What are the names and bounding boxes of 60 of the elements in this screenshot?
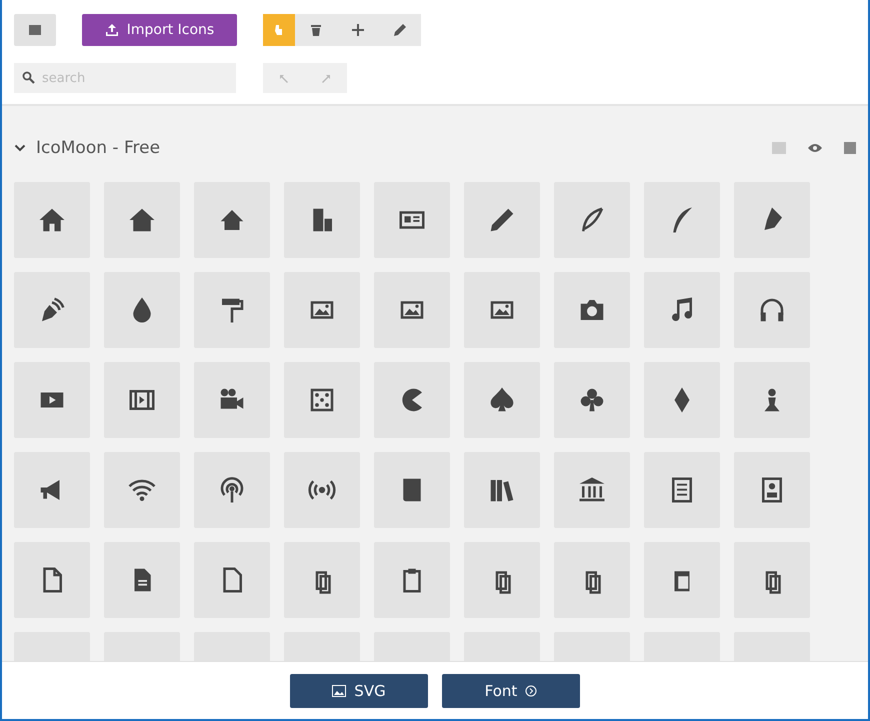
- icon-tile[interactable]: [554, 542, 630, 618]
- arrow-circle-icon: [525, 684, 538, 696]
- icon-tile[interactable]: [554, 272, 630, 348]
- svg-button[interactable]: SVG: [290, 674, 428, 708]
- icon-tile[interactable]: [284, 452, 360, 528]
- icon-tile[interactable]: [284, 182, 360, 258]
- icon-tile[interactable]: [284, 272, 360, 348]
- icon-tile[interactable]: [734, 182, 810, 258]
- icon-tile[interactable]: [374, 182, 450, 258]
- icon-tile[interactable]: [644, 542, 720, 618]
- menu-button[interactable]: [14, 14, 56, 46]
- icon-tile[interactable]: [104, 362, 180, 438]
- icon-tile[interactable]: [374, 362, 450, 438]
- upload-icon: [104, 23, 119, 37]
- icon-tile[interactable]: [104, 272, 180, 348]
- icon-tile[interactable]: [644, 272, 720, 348]
- icon-tile[interactable]: [104, 182, 180, 258]
- font-button[interactable]: Font: [442, 674, 580, 708]
- icon-tile[interactable]: [374, 452, 450, 528]
- icon-tile[interactable]: [194, 542, 270, 618]
- icon-tile[interactable]: [644, 182, 720, 258]
- import-icons-button[interactable]: Import Icons: [82, 14, 237, 46]
- icon-tile[interactable]: [194, 182, 270, 258]
- undo-icon: [278, 72, 290, 84]
- icon-tile[interactable]: [734, 542, 810, 618]
- eye-icon[interactable]: [808, 142, 822, 154]
- icon-tile[interactable]: [284, 362, 360, 438]
- icon-tile[interactable]: [14, 362, 90, 438]
- icon-tile[interactable]: [284, 542, 360, 618]
- icon-tile[interactable]: [374, 542, 450, 618]
- icon-tile[interactable]: [464, 542, 540, 618]
- redo-icon: [320, 72, 332, 84]
- icon-tile[interactable]: [464, 182, 540, 258]
- trash-icon: [309, 23, 323, 37]
- icon-tile[interactable]: [734, 362, 810, 438]
- icon-tile[interactable]: [734, 452, 810, 528]
- icon-tile[interactable]: [374, 272, 450, 348]
- icon-tile[interactable]: [14, 452, 90, 528]
- icon-tile[interactable]: [464, 362, 540, 438]
- icon-tile[interactable]: [14, 272, 90, 348]
- icon-tile[interactable]: [644, 452, 720, 528]
- icon-tile[interactable]: [734, 272, 810, 348]
- image-icon: [332, 684, 346, 696]
- icon-tile[interactable]: [14, 542, 90, 618]
- plus-icon: [351, 23, 365, 37]
- icon-tile[interactable]: [194, 362, 270, 438]
- icon-set-title[interactable]: IcoMoon - Free: [14, 138, 160, 158]
- icon-tile[interactable]: [644, 362, 720, 438]
- icon-tile[interactable]: [464, 272, 540, 348]
- pencil-icon: [393, 23, 407, 37]
- icon-tile[interactable]: [104, 542, 180, 618]
- icon-tile[interactable]: [554, 362, 630, 438]
- icon-tile[interactable]: [194, 272, 270, 348]
- icon-tile[interactable]: [464, 452, 540, 528]
- icon-tile[interactable]: [194, 452, 270, 528]
- icon-tile[interactable]: [104, 452, 180, 528]
- icon-tile[interactable]: [554, 182, 630, 258]
- icon-tile[interactable]: [14, 182, 90, 258]
- icon-tile[interactable]: [554, 452, 630, 528]
- chevron-down-icon: [14, 142, 26, 154]
